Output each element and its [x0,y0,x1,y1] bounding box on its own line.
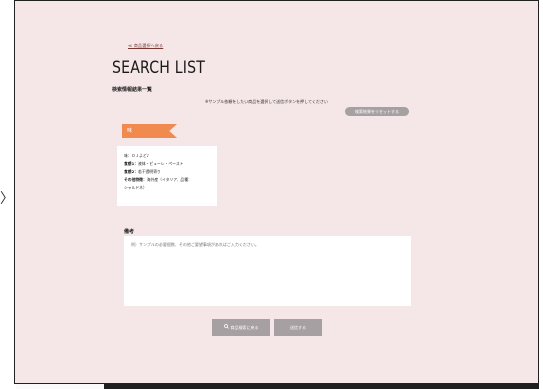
notes-textarea[interactable]: 例）サンプルの必要個数、その他ご要望事項があればご入力ください。 [124,236,411,306]
product-attribute-line: 味：ＤＪよど♪ [124,153,150,158]
product-card[interactable]: 味：ＤＪよど♪ 食感1：液体・ピューレ・ペースト 食感2：若干透明寄り その他特… [117,146,217,206]
product-attribute-line: 食感2：若干透明寄り [124,169,161,174]
product-attribute-line: その他特徴：海外産（イタリア、品種： [124,177,192,182]
page-title: SEARCH LIST [112,58,205,78]
back-to-product-selection-link[interactable]: ≪ 商品選択へ戻る [128,43,163,49]
search-icon [223,320,229,337]
page-subtitle: 検索情報結果一覧 [112,87,153,93]
product-attribute-line: シャルドネ） [124,185,147,190]
back-to-product-search-button[interactable]: 商品検索に戻る [212,319,270,336]
instruction-text: ※サンプル依頼をしたい商品を選択して送信ボタンを押してください [205,99,328,104]
notes-placeholder: 例）サンプルの必要個数、その他ご要望事項があればご入力ください。 [131,242,259,247]
notes-label: 備考 [124,229,135,235]
back-to-product-search-label: 商品検索に戻る [230,325,259,330]
category-tag: 味 [122,124,177,138]
send-button[interactable]: 送信する [274,319,322,336]
product-attribute-line: 食感1：液体・ピューレ・ペースト [124,161,184,166]
previous-page-arrow-icon[interactable]: 〉 [0,188,14,208]
bottom-scrollbar[interactable] [104,384,539,389]
reset-search-results-button[interactable]: 検索結果をリセットする [345,107,409,116]
bottom-scroll-track [16,384,104,389]
